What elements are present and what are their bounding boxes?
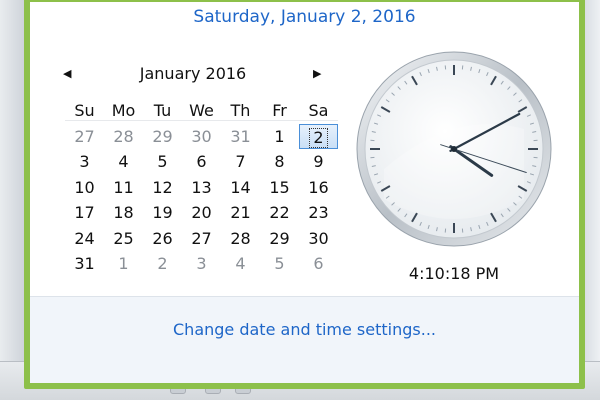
calendar-week-row: 10 11 12 13 14 15 16 — [65, 175, 338, 201]
calendar-day-other-month[interactable]: 27 — [65, 124, 104, 150]
calendar-day[interactable]: 14 — [221, 175, 260, 201]
change-settings-link[interactable]: Change date and time settings... — [30, 320, 579, 339]
flyout-footer: Change date and time settings... — [30, 296, 579, 383]
calendar-day[interactable]: 11 — [104, 175, 143, 201]
calendar-day[interactable]: 3 — [65, 149, 104, 175]
clock-center-pin — [451, 146, 457, 152]
calendar-day[interactable]: 18 — [104, 200, 143, 226]
calendar-week-row: 27 28 29 30 31 1 2 — [65, 123, 338, 150]
analog-clock — [356, 51, 552, 247]
calendar-day[interactable]: 4 — [104, 149, 143, 175]
calendar-day-other-month[interactable]: 30 — [182, 124, 221, 150]
selected-day-number: 2 — [309, 127, 328, 148]
calendar-day[interactable]: 8 — [260, 149, 299, 175]
calendar-day[interactable]: 17 — [65, 200, 104, 226]
calendar-day[interactable]: 10 — [65, 175, 104, 201]
calendar-day[interactable]: 1 — [260, 124, 299, 150]
calendar-day[interactable]: 25 — [104, 226, 143, 252]
background-window-right — [584, 0, 600, 400]
calendar-day[interactable]: 15 — [260, 175, 299, 201]
calendar-day[interactable]: 21 — [221, 200, 260, 226]
triangle-right-icon[interactable]: ▶ — [313, 62, 321, 86]
calendar-day-other-month[interactable]: 31 — [221, 124, 260, 150]
calendar-week-row: 24 25 26 27 28 29 30 — [65, 226, 338, 252]
calendar-day[interactable]: 28 — [221, 226, 260, 252]
calendar-day[interactable]: 9 — [299, 149, 338, 175]
date-time-flyout: Saturday, January 2, 2016 ◀ January 2016… — [24, 0, 585, 389]
calendar-day[interactable]: 20 — [182, 200, 221, 226]
calendar-day[interactable]: 31 — [65, 251, 104, 277]
calendar-day[interactable]: 29 — [260, 226, 299, 252]
calendar-week-row: 3456789 — [65, 149, 338, 175]
calendar-week-row: 31 1 2 3 4 5 6 — [65, 251, 338, 277]
calendar-day[interactable]: 24 — [65, 226, 104, 252]
month-label[interactable]: January 2016 — [63, 62, 323, 86]
calendar-day[interactable]: 13 — [182, 175, 221, 201]
calendar-day[interactable]: 23 — [299, 200, 338, 226]
calendar-day[interactable]: 27 — [182, 226, 221, 252]
calendar-day-other-month[interactable]: 3 — [182, 251, 221, 277]
calendar-day-other-month[interactable]: 28 — [104, 124, 143, 150]
calendar-day[interactable]: 12 — [143, 175, 182, 201]
calendar-day-other-month[interactable]: 5 — [260, 251, 299, 277]
calendar-day-other-month[interactable]: 6 — [299, 251, 338, 277]
calendar-day[interactable]: 16 — [299, 175, 338, 201]
calendar-day[interactable]: 5 — [143, 149, 182, 175]
background-window-left — [0, 0, 24, 400]
digital-time: 4:10:18 PM — [408, 264, 500, 283]
calendar-day[interactable]: 26 — [143, 226, 182, 252]
weekday-divider — [65, 120, 338, 121]
calendar-week-row: 17 18 19 20 21 22 23 — [65, 200, 338, 226]
calendar-day[interactable]: 22 — [260, 200, 299, 226]
calendar-day[interactable]: 7 — [221, 149, 260, 175]
calendar-day[interactable]: 19 — [143, 200, 182, 226]
flyout-panel: Saturday, January 2, 2016 ◀ January 2016… — [30, 2, 579, 383]
calendar-day[interactable]: 6 — [182, 149, 221, 175]
calendar-day-selected[interactable]: 2 — [299, 123, 338, 149]
calendar-grid: Su Mo Tu We Th Fr Sa 27 28 29 30 31 1 2 3 4 5 6 7 8 9 10 11 12… — [65, 98, 338, 277]
calendar-day-other-month[interactable]: 29 — [143, 124, 182, 150]
calendar-day-other-month[interactable]: 4 — [221, 251, 260, 277]
calendar-day-other-month[interactable]: 1 — [104, 251, 143, 277]
long-date-link[interactable]: Saturday, January 2, 2016 — [30, 7, 579, 27]
calendar-day-other-month[interactable]: 2 — [143, 251, 182, 277]
calendar-day[interactable]: 30 — [299, 226, 338, 252]
calendar-header: ◀ January 2016 ▶ — [63, 62, 323, 86]
